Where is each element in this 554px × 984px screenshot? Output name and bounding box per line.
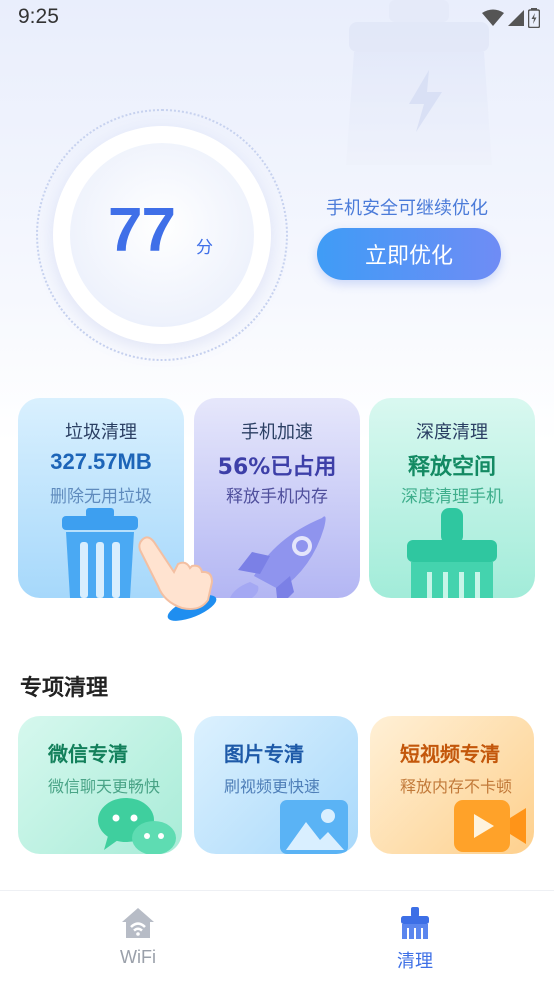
optimize-tip: 手机安全可继续优化 <box>326 198 488 219</box>
score-unit: 分 <box>196 238 213 258</box>
card-title: 垃圾清理 <box>65 422 137 443</box>
card-subtitle: 深度清理手机 <box>401 487 503 507</box>
card-title: 手机加速 <box>241 422 313 443</box>
wechat-icon <box>98 798 176 854</box>
optimize-now-button[interactable]: 立即优化 <box>317 228 501 280</box>
card-subtitle: 释放手机内存 <box>226 487 328 507</box>
score-value: 77 <box>108 196 176 265</box>
photo-clean-card[interactable]: 图片专清 刷视频更快速 <box>194 716 358 854</box>
special-card-title: 图片专清 <box>224 742 304 766</box>
nav-label: WiFi <box>120 947 156 967</box>
nav-label: 清理 <box>397 951 433 972</box>
nav-item-clean[interactable]: 清理 <box>355 891 475 984</box>
wechat-clean-card[interactable]: 微信专清 微信聊天更畅快 <box>18 716 182 854</box>
pointing-hand-icon <box>138 536 217 621</box>
score-gauge: 77 分 <box>36 109 288 361</box>
status-time: 9:25 <box>18 5 59 28</box>
deep-clean-card[interactable]: 深度清理 释放空间 深度清理手机 <box>369 398 535 598</box>
video-icon <box>454 800 526 852</box>
card-value: 327.57MB <box>50 449 152 474</box>
card-value: 释放空间 <box>407 455 496 480</box>
special-clean-heading: 专项清理 <box>20 676 109 701</box>
home-wifi-icon <box>122 908 154 938</box>
battery-icon <box>528 8 540 28</box>
broom-icon <box>407 508 497 598</box>
decorative-broom-icon <box>346 0 492 165</box>
broom-icon <box>401 907 429 939</box>
card-title: 深度清理 <box>416 422 488 443</box>
card-value: 56%已占用 <box>217 455 337 480</box>
special-card-title: 短视频专清 <box>400 742 500 766</box>
card-subtitle: 删除无用垃圾 <box>50 487 152 507</box>
short-video-clean-card[interactable]: 短视频专清 释放内存不卡顿 <box>370 716 534 854</box>
nav-item-wifi[interactable]: WiFi <box>78 891 198 984</box>
special-card-title: 微信专清 <box>48 742 128 766</box>
bottom-nav: WiFi 清理 <box>0 890 554 984</box>
image-icon <box>280 800 348 854</box>
